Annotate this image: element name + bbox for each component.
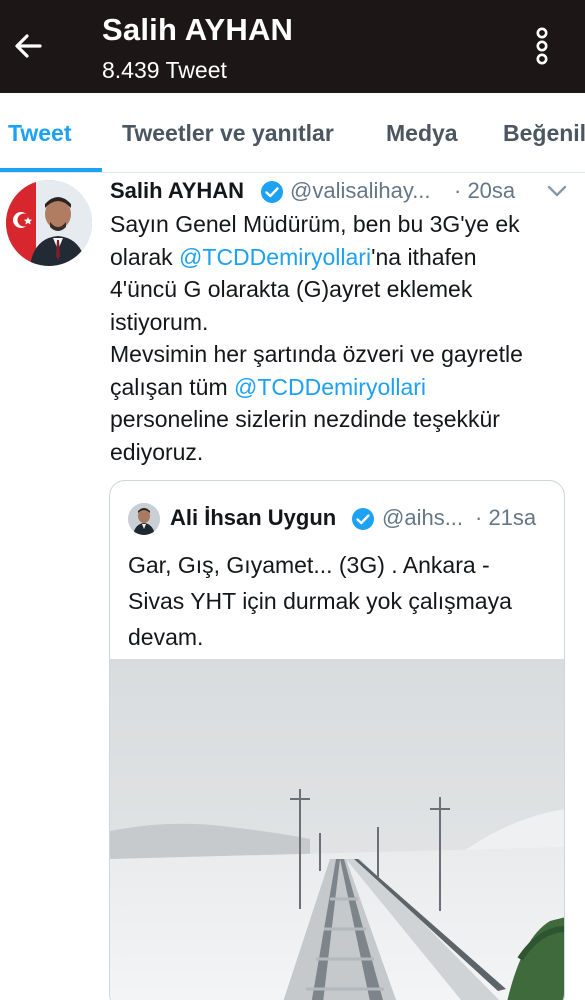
avatar-photo [6,180,92,266]
quoted-tweet-line: Sivas YHT için durmak yok çalışmaya [128,588,512,614]
tweet-time[interactable]: · 20sa [454,178,515,204]
back-button[interactable] [6,24,50,68]
tweet-line-text: 'na ithafen [371,243,477,270]
quoted-tweet[interactable]: Ali İhsan Uygun @aihs... · 21sa Gar, Gış… [109,480,565,1000]
author-avatar[interactable] [6,180,92,266]
tweet-line-text: personeline sizlerin nezdinde teşekkür [110,406,500,432]
tweet-line: personeline sizlerin nezdinde teşekkür [110,403,570,436]
quoted-tweet-line: Gar, Gış, Gıyamet... (3G) . Ankara - [128,552,490,578]
mention-link[interactable]: @TCDDemiryollari [179,244,371,270]
more-vertical-icon [536,27,548,65]
profile-title: Salih AYHAN [102,12,294,47]
tweet-line-text: ediyoruz. [110,438,204,465]
tweet-line: 4'üncü G olarakta (G)ayret eklemek [110,273,570,306]
tweet-line: Sayın Genel Müdürüm, ben bu 3G'ye ek [110,208,570,241]
tweet-line: Mevsimin her şartında özveri ve gayretle [110,338,570,371]
quoted-avatar-photo [128,503,160,535]
tab-likes[interactable]: Beğenil [503,120,585,147]
tweet-line-text: istiyorum. [110,308,209,335]
active-tab-indicator [0,168,102,172]
profile-header: Salih AYHAN 8.439 Tweet [0,0,585,93]
tweet-count: 8.439 Tweet [102,57,227,83]
quoted-tweet-line: devam. [128,624,204,650]
tab-tweet[interactable]: Tweet [8,120,71,147]
chevron-down-icon[interactable] [546,183,568,199]
tweet-line-text: Mevsimin her şartında özveri ve gayretle [110,341,523,367]
tweet-line-text: 4'üncü G olarakta (G)ayret eklemek [110,276,473,302]
tweet-header: Salih AYHAN @valisalihay... · 20sa [110,178,580,208]
tweet-line-text: Sayın Genel Müdürüm, ben bu 3G'ye ek [110,211,520,237]
quoted-author-handle[interactable]: @aihs... [382,505,463,531]
author-handle[interactable]: @valisalihay... [290,178,431,204]
quoted-tweet-text: Gar, Gış, Gıyamet... (3G) . Ankara - Siv… [128,547,558,655]
tweet-line: çalışan tüm @TCDDemiryollari [110,371,570,404]
verified-badge-icon [261,181,283,203]
arrow-left-icon [15,34,42,58]
quoted-tweet-time[interactable]: · 21sa [475,505,536,531]
tab-tweets-and-replies[interactable]: Tweetler ve yanıtlar [122,120,334,147]
tab-media[interactable]: Medya [386,120,458,147]
tweet-text: Sayın Genel Müdürüm, ben bu 3G'ye ek ola… [110,208,570,468]
quoted-tweet-header: Ali İhsan Uygun @aihs... · 21sa [170,505,560,535]
mention-link[interactable]: @TCDDemiryollari [234,374,426,400]
tweet-line: olarak @TCDDemiryollari'na ithafen [110,241,570,274]
tweet-line: istiyorum. [110,306,570,339]
quoted-author-avatar[interactable] [128,503,160,535]
profile-tabs: Tweet Tweetler ve yanıtlar Medya Beğenil [0,93,585,173]
quoted-tweet-media[interactable] [110,659,564,1000]
quoted-author-name[interactable]: Ali İhsan Uygun [170,505,336,531]
overflow-menu-button[interactable] [520,24,564,68]
snowy-railway-photo [110,659,564,1000]
tweet-line: ediyoruz. [110,436,570,469]
author-name[interactable]: Salih AYHAN [110,178,244,204]
tweet-line-text: olarak [110,243,180,270]
verified-badge-icon [352,508,374,530]
tweet-line-text: çalışan tüm [110,373,234,400]
